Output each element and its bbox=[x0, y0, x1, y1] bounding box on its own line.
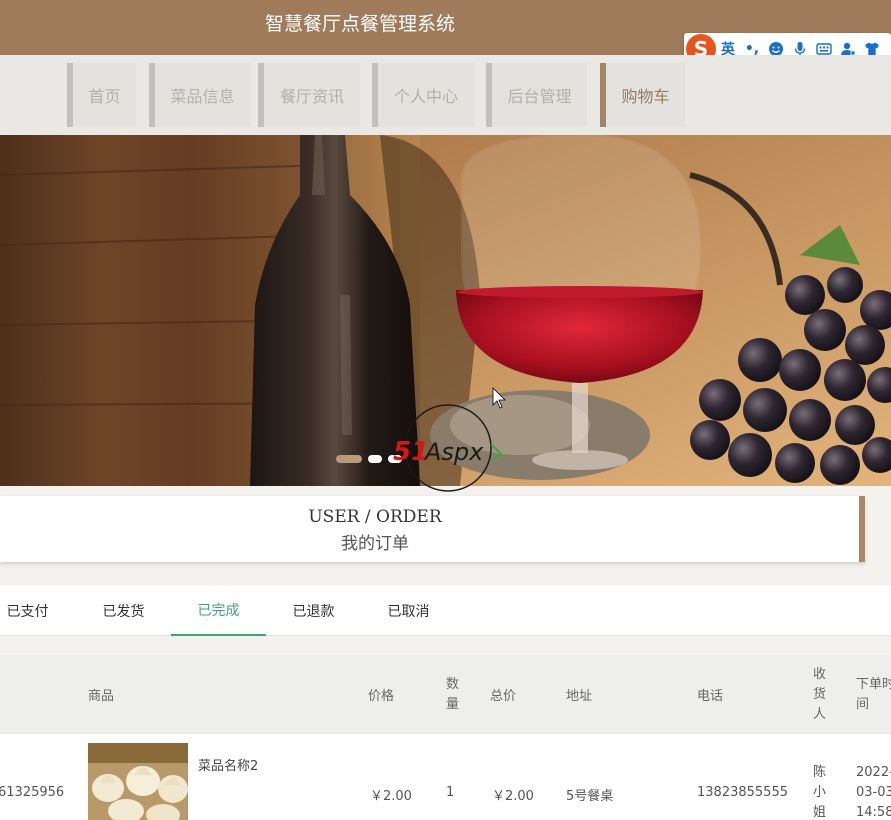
order-table-header: 商品 价格 数 量 总价 地址 电话 收 货 人 下单时 间 bbox=[0, 655, 891, 733]
order-status-tabs: 已支付 已发货 已完成 已退款 已取消 bbox=[0, 585, 891, 636]
product-thumbnail[interactable] bbox=[88, 743, 188, 820]
tab-completed[interactable]: 已完成 bbox=[171, 585, 266, 636]
nav-item-news[interactable]: 餐厅资讯 bbox=[258, 63, 360, 127]
order-time-line: 14:58 bbox=[856, 805, 891, 820]
svg-text:Aspx: Aspx bbox=[423, 438, 484, 466]
section-title-box: USER / ORDER 我的订单 bbox=[0, 496, 865, 562]
header-product: 商品 bbox=[88, 689, 115, 704]
header-phone: 电话 bbox=[697, 689, 724, 704]
tab-shipped[interactable]: 已发货 bbox=[76, 585, 171, 636]
order-time-value: 2022- 03-03 14:58 bbox=[856, 763, 891, 820]
tab-refunded[interactable]: 已退款 bbox=[266, 585, 361, 636]
header-receiver-line: 货 bbox=[813, 687, 827, 702]
header-quantity-line: 量 bbox=[446, 697, 460, 712]
header-receiver: 收 货 人 bbox=[813, 665, 826, 725]
header-quantity: 数 量 bbox=[446, 675, 459, 715]
header-price: 价格 bbox=[368, 689, 395, 704]
nav-item-home[interactable]: 首页 bbox=[67, 63, 136, 127]
header-address: 地址 bbox=[566, 689, 593, 704]
nav-item-cart[interactable]: 购物车 bbox=[600, 63, 685, 127]
header-order-time: 下单时 间 bbox=[856, 675, 891, 715]
dumpling-image bbox=[88, 743, 188, 820]
section-title-en: USER / ORDER bbox=[308, 507, 442, 527]
order-time-line: 03-03 bbox=[856, 785, 891, 800]
order-time-line: 2022- bbox=[856, 765, 891, 780]
site-title: 智慧餐厅点餐管理系统 bbox=[265, 13, 456, 35]
nav-item-profile[interactable]: 个人中心 bbox=[372, 63, 474, 127]
tab-cancelled[interactable]: 已取消 bbox=[361, 585, 456, 636]
main-nav: 首页 菜品信息 餐厅资讯 个人中心 后台管理 购物车 bbox=[0, 55, 891, 135]
header-order-time-line: 下单时 bbox=[856, 677, 891, 692]
order-number: 61325956 bbox=[0, 785, 65, 800]
receiver-value-line: 姐 bbox=[813, 805, 827, 820]
phone-value: 13823855555 bbox=[697, 785, 788, 800]
header-receiver-line: 收 bbox=[813, 667, 827, 682]
receiver-value-line: 小 bbox=[813, 785, 827, 800]
carousel-dot[interactable] bbox=[336, 455, 362, 463]
carousel-dot[interactable] bbox=[368, 455, 382, 463]
header-quantity-line: 数 bbox=[446, 677, 460, 692]
page: 智慧餐厅点餐管理系统 S 英 •, 首页 菜品信息 餐厅资讯 个人中心 后台管理… bbox=[0, 0, 891, 820]
header-total: 总价 bbox=[490, 689, 517, 704]
product-name[interactable]: 菜品名称2 bbox=[198, 755, 258, 774]
section-title-cn: 我的订单 bbox=[341, 534, 409, 554]
total-value: ￥2.00 bbox=[492, 789, 534, 804]
nav-item-admin[interactable]: 后台管理 bbox=[486, 63, 587, 127]
header-order-time-line: 间 bbox=[856, 697, 870, 712]
watermark-logo-icon: 51 Aspx bbox=[393, 404, 503, 492]
table-row[interactable]: 61325956 菜品名称2 ￥2.00 1 ￥2.00 5号餐桌 138238… bbox=[0, 733, 891, 820]
price-value: ￥2.00 bbox=[370, 789, 412, 804]
svg-text:51: 51 bbox=[393, 437, 429, 467]
quantity-value: 1 bbox=[446, 785, 455, 800]
address-value: 5号餐桌 bbox=[566, 789, 614, 804]
nav-item-dishes[interactable]: 菜品信息 bbox=[149, 63, 250, 127]
receiver-value: 陈 小 姐 bbox=[813, 763, 826, 820]
receiver-value-line: 陈 bbox=[813, 765, 827, 780]
tab-paid[interactable]: 已支付 bbox=[0, 585, 75, 636]
header-receiver-line: 人 bbox=[813, 707, 827, 722]
